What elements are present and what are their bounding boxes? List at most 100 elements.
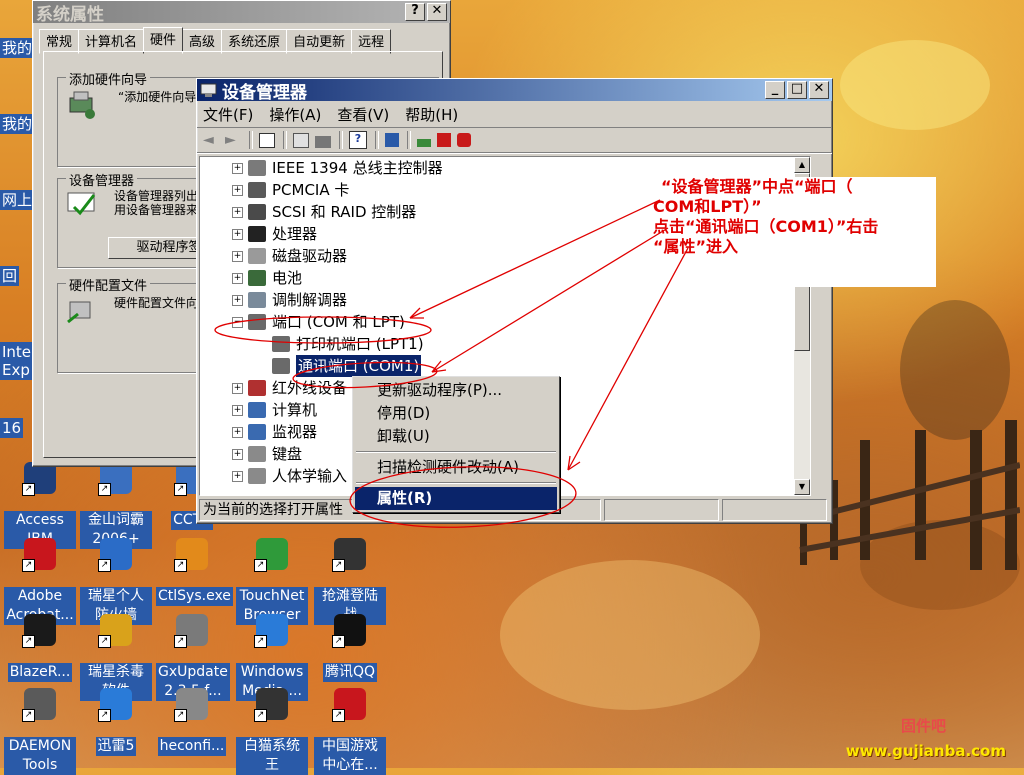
expand-icon[interactable]: +	[232, 449, 243, 460]
desktop-icon[interactable]: ↗TouchNet Browser	[236, 538, 308, 625]
shortcut-arrow-icon: ↗	[174, 709, 187, 722]
window-title: 系统属性	[36, 4, 104, 25]
desktop-icon-partial-label[interactable]: 我的	[0, 38, 35, 58]
minimize-button[interactable]: _	[765, 81, 785, 99]
shortcut-arrow-icon: ↗	[22, 483, 35, 496]
desktop-icon[interactable]: ↗抢滩登陆战	[314, 538, 386, 625]
tree-item[interactable]: − 端口 (COM 和 LPT)	[200, 311, 792, 333]
desktop-icon-partial-label[interactable]: 网上	[0, 190, 35, 210]
desktop-icon[interactable]: ↗ BlazeR...	[4, 614, 76, 682]
print-icon[interactable]	[315, 136, 331, 148]
menu-bar: 文件(F) 操作(A) 查看(V) 帮助(H)	[197, 101, 832, 128]
expand-icon[interactable]: +	[232, 163, 243, 174]
desktop-icon[interactable]: ↗金山词霸 2006+	[80, 462, 152, 549]
expand-icon[interactable]: +	[232, 251, 243, 262]
desktop-icon[interactable]: ↗ DAEMON Tools	[4, 688, 76, 775]
scan-hardware-icon[interactable]	[385, 133, 399, 147]
desktop-icon-partial-label[interactable]: Exp	[0, 360, 32, 380]
shortcut-arrow-icon: ↗	[332, 559, 345, 572]
tree-item[interactable]: 通讯端口 (COM1)	[200, 354, 792, 378]
menu-item[interactable]: 查看(V)	[337, 104, 389, 125]
expand-icon[interactable]: +	[232, 427, 243, 438]
application-icon: ↗	[174, 688, 208, 722]
modem-icon	[248, 292, 266, 308]
scroll-down-button[interactable]: ▼	[794, 479, 810, 495]
shortcut-arrow-icon: ↗	[254, 559, 267, 572]
toolbar: ◄ ► ?	[197, 128, 832, 153]
forward-icon[interactable]: ►	[225, 132, 241, 148]
expand-icon[interactable]: +	[232, 295, 243, 306]
context-menu-scan-hardware[interactable]: 扫描检测硬件改动(A)	[355, 456, 557, 479]
application-icon: ↗	[174, 614, 208, 648]
desktop-icon[interactable]: ↗ CtlSys.exe	[156, 538, 233, 606]
help-icon[interactable]: ?	[349, 131, 367, 149]
expand-icon[interactable]: +	[232, 273, 243, 284]
context-menu-update-driver[interactable]: 更新驱动程序(P)...	[355, 379, 557, 402]
help-button[interactable]: ?	[405, 3, 425, 21]
properties-icon[interactable]	[293, 132, 309, 148]
shortcut-arrow-icon: ↗	[254, 635, 267, 648]
desktop-icon-partial-label[interactable]: 回	[0, 266, 20, 286]
expand-icon[interactable]: +	[232, 207, 243, 218]
expand-icon[interactable]: +	[232, 229, 243, 240]
tree-item[interactable]: + IEEE 1394 总线主控制器	[200, 157, 792, 179]
tree-item-label: IEEE 1394 总线主控制器	[272, 159, 443, 177]
context-menu-disable[interactable]: 停用(D)	[355, 402, 557, 425]
scroll-up-button[interactable]: ▲	[794, 157, 810, 173]
expand-icon[interactable]: +	[232, 185, 243, 196]
desktop-icon[interactable]: ↗ 中国游戏中心在...	[314, 688, 386, 775]
expand-icon[interactable]: +	[232, 383, 243, 394]
desktop-icon-partial-label[interactable]: Inte	[0, 342, 34, 362]
context-menu-properties[interactable]: 属性(R)	[355, 487, 557, 510]
desktop-icon[interactable]: ↗ 迅雷5	[80, 688, 152, 756]
show-hide-tree-icon[interactable]	[259, 132, 275, 148]
port-icon	[272, 358, 290, 374]
collapse-icon[interactable]: −	[232, 317, 243, 328]
desktop-icon[interactable]: ↗瑞星个人防火墙	[80, 538, 152, 625]
device-manager-titlebar[interactable]: 设备管理器 _ □ ✕	[197, 79, 832, 103]
disable-icon[interactable]	[457, 133, 471, 147]
application-icon: ↗	[22, 614, 56, 648]
maximize-button[interactable]: □	[787, 81, 807, 99]
desktop-icon-partial-label[interactable]: 我的	[0, 114, 35, 134]
tree-item-label: 人体学输入	[272, 467, 348, 485]
tree-item[interactable]: + 调制解调器	[200, 289, 792, 311]
application-icon: ↗	[98, 688, 132, 722]
tree-item-label: 通讯端口 (COM1)	[294, 354, 423, 378]
desktop-icon-partial-label[interactable]: 16	[0, 418, 24, 438]
menu-separator	[356, 451, 556, 453]
watermark-cn: 固件吧	[900, 717, 946, 735]
desktop-icon[interactable]: ↗Adobe Acrobat...	[4, 538, 76, 625]
desktop-icon[interactable]: ↗ 白猫系统王	[236, 688, 308, 775]
shortcut-arrow-icon: ↗	[22, 559, 35, 572]
close-button[interactable]: ✕	[809, 81, 829, 99]
shortcut-arrow-icon: ↗	[174, 483, 187, 496]
monitor-icon	[248, 424, 266, 440]
application-icon: ↗	[332, 688, 366, 722]
port-icon	[272, 336, 290, 352]
desktop-icon[interactable]: ↗Access IBM	[4, 462, 76, 549]
desktop-icon[interactable]: ↗ 腾讯QQ	[314, 614, 386, 682]
close-button[interactable]: ✕	[427, 3, 447, 21]
expand-icon[interactable]: +	[232, 405, 243, 416]
menu-item[interactable]: 文件(F)	[203, 104, 253, 125]
hardware-wizard-icon	[69, 91, 95, 119]
desktop-icon-label: 迅雷5	[95, 737, 137, 756]
device-manager-icon	[67, 192, 96, 216]
menu-item[interactable]: 帮助(H)	[405, 104, 458, 125]
desktop-icon-label: DAEMON Tools	[4, 737, 76, 775]
back-icon[interactable]: ◄	[203, 132, 219, 148]
shortcut-arrow-icon: ↗	[98, 635, 111, 648]
uninstall-icon[interactable]	[437, 133, 451, 147]
menu-item[interactable]: 操作(A)	[269, 104, 321, 125]
tree-item-label: 键盘	[272, 445, 303, 463]
hardware-profiles-text: 硬件配置文件向	[114, 296, 199, 310]
desktop-icon[interactable]: ↗ heconfi...	[156, 688, 228, 756]
system-properties-titlebar[interactable]: 系统属性 ? ✕	[33, 1, 450, 25]
tree-item[interactable]: 打印机端口 (LPT1)	[200, 333, 792, 355]
expand-icon[interactable]: +	[232, 471, 243, 482]
context-menu-uninstall[interactable]: 卸载(U)	[355, 425, 557, 448]
tab-2[interactable]: 硬件	[143, 27, 184, 52]
tree-item-label: 红外线设备	[272, 379, 348, 397]
update-driver-icon[interactable]	[417, 139, 431, 147]
